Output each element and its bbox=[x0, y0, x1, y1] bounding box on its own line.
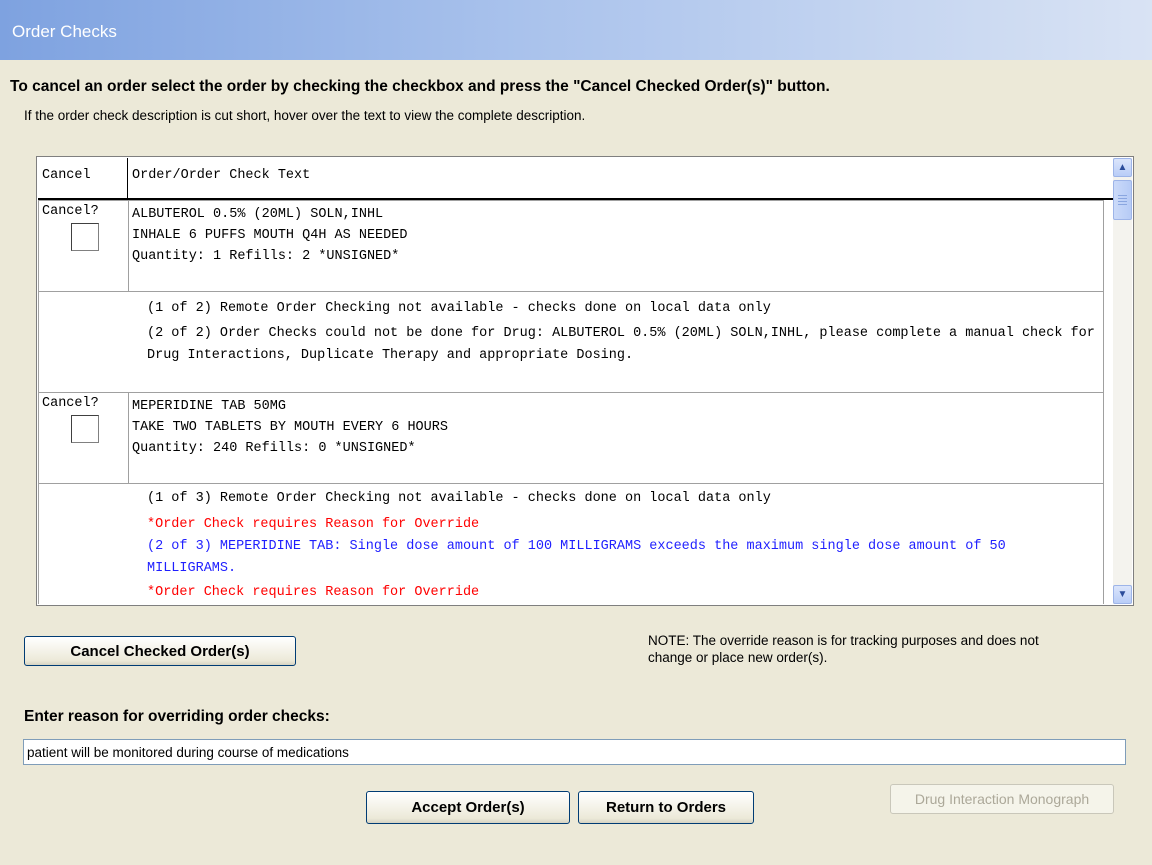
window-title: Order Checks bbox=[12, 22, 117, 41]
override-required-warning: *Order Check requires Reason for Overrid… bbox=[147, 517, 480, 532]
order-quantity-line: Quantity: 240 Refills: 0 *UNSIGNED* bbox=[132, 441, 416, 456]
order-text: ALBUTEROL 0.5% (20ML) SOLN,INHL INHALE 6… bbox=[132, 204, 407, 267]
order-drug-line: MEPERIDINE TAB 50MG bbox=[132, 399, 286, 414]
vertical-scrollbar[interactable]: ▲ ▼ bbox=[1113, 158, 1132, 604]
order-checks-albuterol: (1 of 2) Remote Order Checking not avail… bbox=[38, 292, 1104, 396]
cancel-label: Cancel? bbox=[42, 204, 99, 219]
cancel-checked-orders-button[interactable]: Cancel Checked Order(s) bbox=[24, 636, 296, 666]
order-check-item: (2 of 2) Order Checks could not be done … bbox=[147, 326, 1095, 363]
order-check-item: (1 of 2) Remote Order Checking not avail… bbox=[147, 301, 771, 316]
order-row-meperidine[interactable]: Cancel? MEPERIDINE TAB 50MG TAKE TWO TAB… bbox=[38, 392, 1104, 484]
order-sig-line: TAKE TWO TABLETS BY MOUTH EVERY 6 HOURS bbox=[132, 420, 448, 435]
row-divider bbox=[128, 393, 129, 483]
scroll-down-icon[interactable]: ▼ bbox=[1113, 585, 1132, 604]
order-text: MEPERIDINE TAB 50MG TAKE TWO TABLETS BY … bbox=[132, 396, 448, 459]
scroll-up-icon[interactable]: ▲ bbox=[1113, 158, 1132, 177]
grid-viewport: Cancel Order/Order Check Text Cancel? AL… bbox=[38, 158, 1114, 604]
cancel-instructions: To cancel an order select the order by c… bbox=[10, 78, 830, 95]
order-check-item: (1 of 3) Remote Order Checking not avail… bbox=[147, 491, 771, 506]
cancel-checkbox-meperidine[interactable] bbox=[71, 415, 99, 443]
override-required-warning: *Order Check requires Reason for Overrid… bbox=[147, 585, 480, 600]
scroll-thumb[interactable] bbox=[1113, 180, 1132, 220]
hover-hint: If the order check description is cut sh… bbox=[24, 108, 586, 123]
order-row-albuterol[interactable]: Cancel? ALBUTEROL 0.5% (20ML) SOLN,INHL … bbox=[38, 200, 1104, 292]
drug-interaction-monograph-button[interactable]: Drug Interaction Monograph bbox=[890, 784, 1114, 814]
override-reason-label: Enter reason for overriding order checks… bbox=[24, 708, 330, 725]
column-header-order-text[interactable]: Order/Order Check Text bbox=[132, 168, 310, 183]
order-check-item: (2 of 3) MEPERIDINE TAB: Single dose amo… bbox=[147, 539, 1006, 576]
column-header-cancel[interactable]: Cancel bbox=[42, 168, 91, 183]
title-bar: Order Checks bbox=[0, 0, 1152, 60]
order-checks-grid[interactable]: Cancel Order/Order Check Text Cancel? AL… bbox=[36, 156, 1134, 606]
cancel-label: Cancel? bbox=[42, 396, 99, 411]
return-to-orders-button[interactable]: Return to Orders bbox=[578, 791, 754, 824]
override-reason-input[interactable] bbox=[23, 739, 1126, 765]
grid-header: Cancel Order/Order Check Text bbox=[38, 158, 1114, 200]
row-divider bbox=[128, 201, 129, 291]
cancel-checkbox-albuterol[interactable] bbox=[71, 223, 99, 251]
column-divider bbox=[127, 158, 128, 200]
override-note: NOTE: The override reason is for trackin… bbox=[648, 633, 1039, 665]
order-sig-line: INHALE 6 PUFFS MOUTH Q4H AS NEEDED bbox=[132, 228, 408, 243]
order-drug-line: ALBUTEROL 0.5% (20ML) SOLN,INHL bbox=[132, 207, 384, 222]
order-checks-meperidine: (1 of 3) Remote Order Checking not avail… bbox=[38, 484, 1104, 604]
order-quantity-line: Quantity: 1 Refills: 2 *UNSIGNED* bbox=[132, 249, 400, 264]
accept-orders-button[interactable]: Accept Order(s) bbox=[366, 791, 570, 824]
